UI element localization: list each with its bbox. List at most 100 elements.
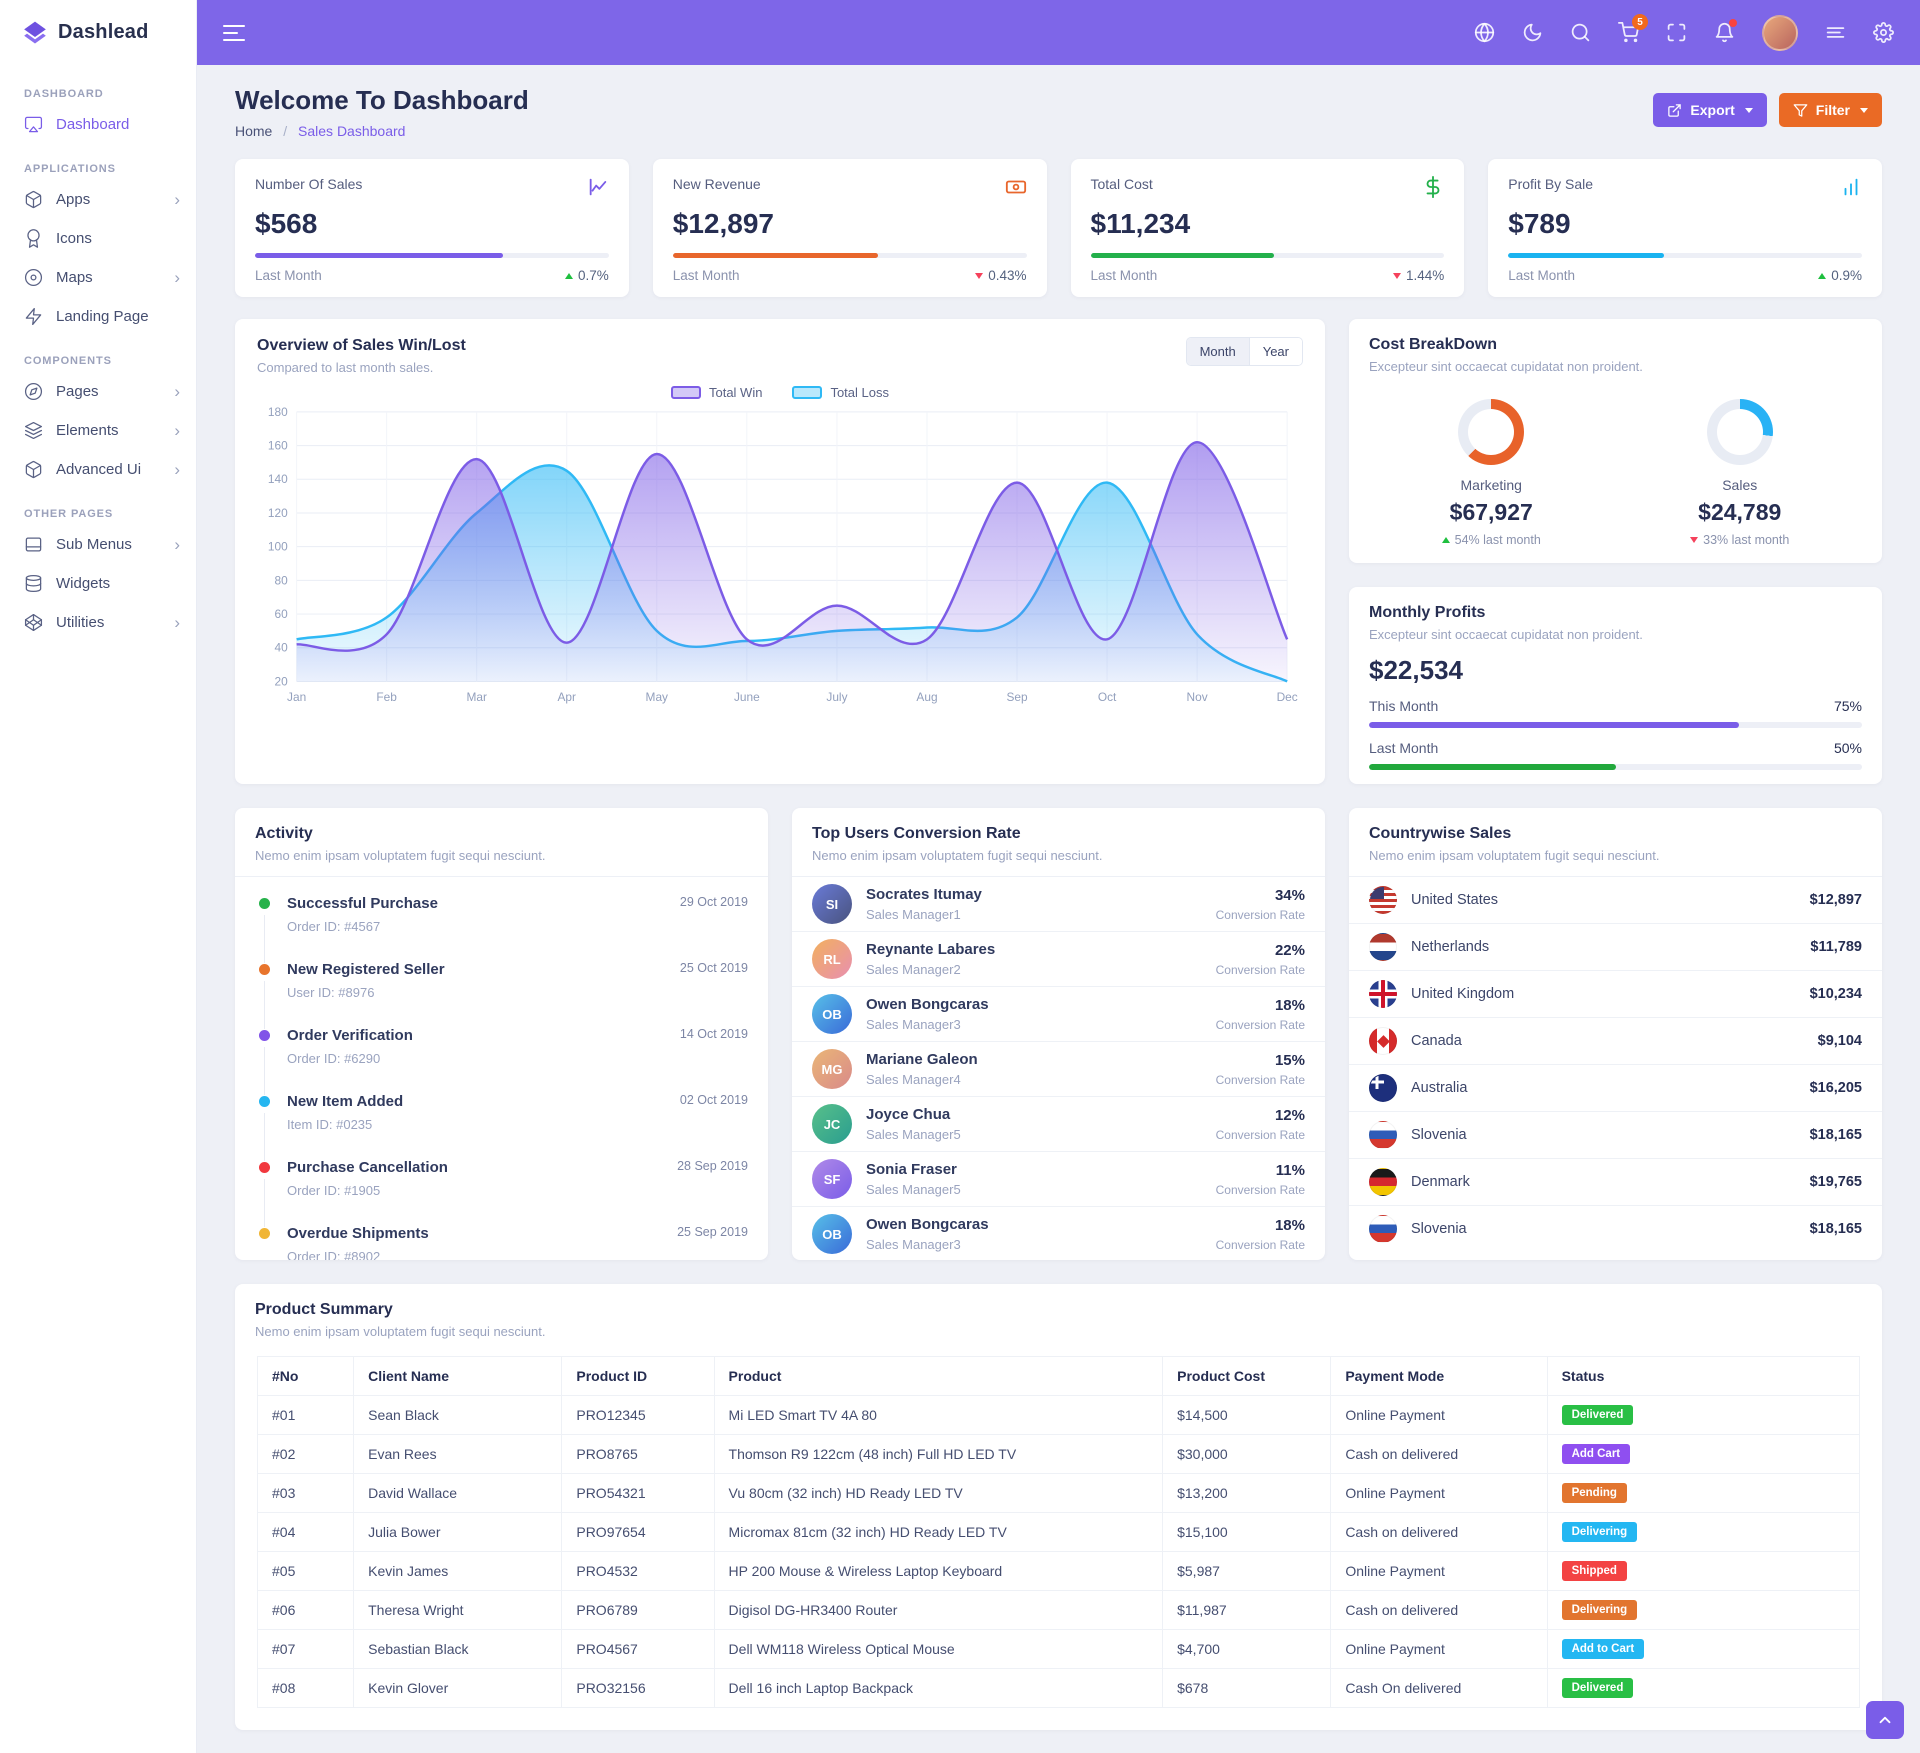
stat-label: New Revenue: [673, 176, 761, 192]
breadcrumb-current[interactable]: Sales Dashboard: [298, 123, 405, 139]
country-name: Australia: [1411, 1080, 1467, 1096]
legend-item[interactable]: Total Loss: [792, 385, 889, 400]
scroll-to-top-button[interactable]: [1866, 1701, 1904, 1739]
country-row: United States$12,897: [1349, 877, 1882, 924]
sidebar-item-sub-menus[interactable]: Sub Menus›: [0, 525, 196, 564]
cell-payment: Cash on delivered: [1331, 1513, 1547, 1552]
cost-breakdown-title: Cost BreakDown: [1369, 336, 1862, 354]
country-name: Slovenia: [1411, 1127, 1467, 1143]
sidebar-item-advanced-ui[interactable]: Advanced Ui›: [0, 450, 196, 489]
donut-value: $67,927: [1442, 499, 1541, 526]
external-link-icon: [1667, 103, 1682, 118]
product-summary-card: Product Summary Nemo enim ipsam voluptat…: [235, 1284, 1882, 1730]
activity-item-title: New Registered Seller: [287, 961, 445, 978]
align-menu-button[interactable]: [1825, 22, 1846, 43]
top-users-title: Top Users Conversion Rate: [812, 825, 1305, 843]
cell-payment: Online Payment: [1331, 1630, 1547, 1669]
activity-item-meta: Order ID: #4567: [287, 919, 748, 934]
stat-cards: Number Of Sales$568Last Month0.7%New Rev…: [235, 159, 1882, 297]
trend-down-icon: [975, 273, 983, 279]
conversion-rate-value: 22%: [1216, 942, 1305, 959]
cart-button[interactable]: 5: [1618, 22, 1639, 43]
activity-item: Overdue Shipments25 Sep 2019Order ID: #8…: [259, 1225, 748, 1260]
dollar-icon: [1422, 176, 1444, 198]
widgets-icon: [24, 574, 43, 593]
legend-swatch: [671, 386, 701, 399]
profit-bar-row: Last Month50%: [1369, 740, 1862, 770]
cell-product: Digisol DG-HR3400 Router: [714, 1591, 1163, 1630]
sidebar-item-elements[interactable]: Elements›: [0, 411, 196, 450]
country-row: Slovenia$18,165: [1349, 1112, 1882, 1159]
legend-item[interactable]: Total Win: [671, 385, 762, 400]
toggle-month[interactable]: Month: [1187, 338, 1249, 365]
stat-card-icon: [587, 176, 609, 203]
activity-item: Order Verification14 Oct 2019Order ID: #…: [259, 1027, 748, 1093]
flag-us-icon: [1369, 886, 1397, 914]
countrywise-list: United States$12,897Netherlands$11,789Un…: [1349, 877, 1882, 1252]
table-row: #08Kevin GloverPRO32156Dell 16 inch Lapt…: [258, 1669, 1860, 1708]
country-name: United Kingdom: [1411, 986, 1514, 1002]
trend-down-icon: [1393, 273, 1401, 279]
sidebar-item-icons[interactable]: Icons: [0, 219, 196, 258]
column-header: Payment Mode: [1331, 1357, 1547, 1396]
sidebar-section-label: APPLICATIONS: [24, 163, 172, 175]
svg-text:Feb: Feb: [376, 690, 397, 704]
bell-button[interactable]: [1714, 22, 1735, 43]
svg-text:100: 100: [268, 540, 288, 554]
sidebar-item-apps[interactable]: Apps›: [0, 180, 196, 219]
sidebar-item-label: Utilities: [56, 614, 104, 631]
stat-card-icon: [1005, 176, 1027, 203]
svg-text:May: May: [646, 690, 669, 704]
stat-card: Number Of Sales$568Last Month0.7%: [235, 159, 629, 297]
chevron-up-icon: [1876, 1711, 1894, 1729]
status-badge: Delivering: [1562, 1600, 1638, 1620]
user-name: Reynante Labares: [866, 941, 995, 958]
sidebar-section-label: COMPONENTS: [24, 355, 172, 367]
toggle-year[interactable]: Year: [1249, 338, 1302, 365]
sidebar-item-widgets[interactable]: Widgets: [0, 564, 196, 603]
stat-period: Last Month: [255, 268, 322, 283]
app-logo[interactable]: Dashlead: [0, 0, 197, 65]
conversion-rate-label: Conversion Rate: [1216, 1073, 1305, 1087]
sidebar-item-pages[interactable]: Pages›: [0, 372, 196, 411]
breadcrumb-home[interactable]: Home: [235, 123, 272, 139]
cell-payment: Online Payment: [1331, 1474, 1547, 1513]
fullscreen-button[interactable]: [1666, 22, 1687, 43]
bar-chart-icon: [1840, 176, 1862, 198]
user-role: Sales Manager3: [866, 1237, 989, 1252]
notification-dot: [1729, 19, 1737, 27]
search-button[interactable]: [1570, 22, 1591, 43]
sidebar-toggle-icon[interactable]: [223, 20, 245, 46]
donut-delta: 54% last month: [1442, 533, 1541, 547]
user-name: Mariane Galeon: [866, 1051, 978, 1068]
svg-text:180: 180: [268, 405, 288, 419]
cell-no: #04: [258, 1513, 354, 1552]
activity-item-meta: Order ID: #8902: [287, 1249, 748, 1260]
activity-item-title: Overdue Shipments: [287, 1225, 429, 1242]
profit-bar-label: Last Month: [1369, 740, 1438, 756]
sidebar-section-label: OTHER PAGES: [24, 508, 172, 520]
gear-button[interactable]: [1873, 22, 1894, 43]
export-button[interactable]: Export: [1653, 93, 1766, 127]
sidebar-item-dashboard[interactable]: Dashboard: [0, 105, 196, 144]
activity-list: Successful Purchase29 Oct 2019Order ID: …: [235, 877, 768, 1260]
caret-down-icon: [1745, 108, 1753, 113]
moon-button[interactable]: [1522, 22, 1543, 43]
sidebar-item-maps[interactable]: Maps›: [0, 258, 196, 297]
user-avatar[interactable]: [1762, 15, 1798, 51]
stat-progress-bar: [255, 253, 609, 258]
globe-button[interactable]: [1474, 22, 1495, 43]
app-name: Dashlead: [58, 21, 149, 44]
chart-legend: Total Win Total Loss: [257, 385, 1303, 400]
stat-value: $568: [255, 208, 609, 240]
sidebar-item-utilities[interactable]: Utilities›: [0, 603, 196, 642]
filter-button[interactable]: Filter: [1779, 93, 1882, 127]
stat-value: $11,234: [1091, 208, 1445, 240]
sidebar-item-label: Maps: [56, 269, 93, 286]
column-header: Product ID: [562, 1357, 714, 1396]
top-user-row: RLReynante LabaresSales Manager222%Conve…: [792, 932, 1325, 987]
sidebar-item-landing-page[interactable]: Landing Page: [0, 297, 196, 336]
stat-label: Profit By Sale: [1508, 176, 1593, 192]
sidebar-item-label: Elements: [56, 422, 119, 439]
flag-si-icon: [1369, 1121, 1397, 1149]
